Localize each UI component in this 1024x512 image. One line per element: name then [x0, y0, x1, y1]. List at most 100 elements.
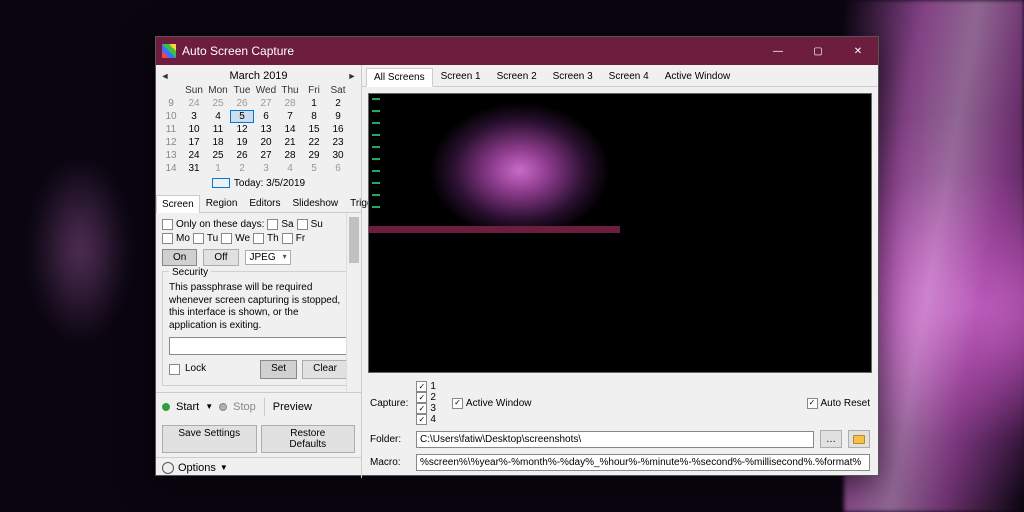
calendar-day[interactable]: 4 — [278, 162, 302, 175]
calendar-day[interactable]: 7 — [278, 110, 302, 123]
set-button[interactable]: Set — [260, 360, 297, 379]
day-sa-checkbox[interactable] — [267, 219, 278, 230]
calendar-day[interactable]: 25 — [206, 97, 230, 110]
calendar-day[interactable]: 2 — [326, 97, 350, 110]
calendar-day[interactable]: 3 — [254, 162, 278, 175]
calendar-day[interactable]: 20 — [254, 136, 278, 149]
screen-tab-0[interactable]: All Screens — [366, 68, 433, 87]
calendar-day[interactable]: 14 — [278, 123, 302, 136]
calendar-day[interactable]: 19 — [230, 136, 254, 149]
clear-button[interactable]: Clear — [302, 360, 348, 379]
calendar-day[interactable]: 10 — [182, 123, 206, 136]
restore-defaults-button[interactable]: Restore Defaults — [261, 425, 356, 453]
stop-button[interactable]: Stop — [233, 401, 256, 413]
preview-screen-2[interactable] — [621, 94, 872, 233]
calendar-day[interactable]: 28 — [278, 149, 302, 162]
calendar-day[interactable]: 17 — [182, 136, 206, 149]
start-button[interactable]: Start — [176, 401, 199, 413]
screen-tab-3[interactable]: Screen 3 — [545, 67, 601, 86]
calendar-day[interactable]: 25 — [206, 149, 230, 162]
day-we-checkbox[interactable] — [221, 233, 232, 244]
capture-2-checkbox[interactable] — [416, 392, 427, 403]
calendar-dow: Sat — [326, 84, 350, 97]
calendar-day[interactable]: 6 — [254, 110, 278, 123]
calendar-day[interactable]: 23 — [326, 136, 350, 149]
calendar-day[interactable]: 4 — [206, 110, 230, 123]
calendar-day[interactable]: 27 — [254, 149, 278, 162]
day-fr-checkbox[interactable] — [282, 233, 293, 244]
only-days-checkbox[interactable] — [162, 219, 173, 230]
screen-tab-4[interactable]: Screen 4 — [601, 67, 657, 86]
calendar-day[interactable]: 29 — [302, 149, 326, 162]
calendar-day[interactable]: 15 — [302, 123, 326, 136]
calendar-day[interactable]: 31 — [182, 162, 206, 175]
screen-tab-2[interactable]: Screen 2 — [489, 67, 545, 86]
capture-4-checkbox[interactable] — [416, 414, 427, 425]
calendar-day[interactable]: 2 — [230, 162, 254, 175]
calendar-day[interactable]: 8 — [302, 110, 326, 123]
calendar-day[interactable]: 24 — [182, 149, 206, 162]
day-mo-checkbox[interactable] — [162, 233, 173, 244]
browse-button[interactable]: … — [820, 430, 842, 448]
only-days-label: Only on these days: — [176, 219, 264, 230]
tab-slideshow[interactable]: Slideshow — [287, 194, 345, 212]
capture-row: Capture: 1234 Active Window Auto Reset — [362, 379, 878, 427]
titlebar[interactable]: Auto Screen Capture — ▢ ✕ — [156, 37, 878, 65]
calendar-day[interactable]: 5 — [230, 110, 254, 123]
calendar-day[interactable]: 28 — [278, 97, 302, 110]
calendar-day[interactable]: 6 — [326, 162, 350, 175]
preview-button[interactable]: Preview — [273, 401, 312, 413]
calendar-day[interactable]: 1 — [302, 97, 326, 110]
today-link[interactable]: Today: 3/5/2019 — [160, 175, 357, 192]
calendar-day[interactable]: 18 — [206, 136, 230, 149]
scrollbar[interactable] — [346, 213, 361, 392]
calendar-day[interactable]: 21 — [278, 136, 302, 149]
close-button[interactable]: ✕ — [838, 37, 878, 65]
calendar-day[interactable]: 26 — [230, 149, 254, 162]
auto-reset-checkbox[interactable] — [807, 398, 818, 409]
folder-input[interactable] — [416, 431, 814, 448]
calendar-day[interactable]: 26 — [230, 97, 254, 110]
calendar-day[interactable]: 12 — [230, 123, 254, 136]
minimize-button[interactable]: — — [758, 37, 798, 65]
capture-1-checkbox[interactable] — [416, 381, 427, 392]
preview-screen-3[interactable] — [369, 234, 620, 373]
format-select[interactable]: JPEG — [245, 250, 291, 265]
preview-screen-4[interactable] — [621, 234, 872, 373]
right-pane: All ScreensScreen 1Screen 2Screen 3Scree… — [362, 65, 878, 478]
on-button[interactable]: On — [162, 249, 197, 266]
day-su-checkbox[interactable] — [297, 219, 308, 230]
calendar-day[interactable]: 22 — [302, 136, 326, 149]
screen-tab-1[interactable]: Screen 1 — [433, 67, 489, 86]
calendar-day[interactable]: 9 — [326, 110, 350, 123]
calendar-day[interactable]: 13 — [254, 123, 278, 136]
dropdown-icon[interactable]: ▼ — [205, 402, 213, 411]
calendar-day[interactable]: 30 — [326, 149, 350, 162]
open-folder-button[interactable] — [848, 430, 870, 448]
prev-month-button[interactable]: ◄ — [160, 71, 170, 81]
calendar-day[interactable]: 3 — [182, 110, 206, 123]
lock-checkbox[interactable] — [169, 364, 180, 375]
day-th-checkbox[interactable] — [253, 233, 264, 244]
calendar-day[interactable]: 5 — [302, 162, 326, 175]
calendar-day[interactable]: 27 — [254, 97, 278, 110]
options-button[interactable]: Options ▼ — [156, 457, 361, 478]
macro-input[interactable] — [416, 454, 870, 471]
calendar-day[interactable]: 16 — [326, 123, 350, 136]
day-tu-checkbox[interactable] — [193, 233, 204, 244]
off-button[interactable]: Off — [203, 249, 238, 266]
capture-3-checkbox[interactable] — [416, 403, 427, 414]
maximize-button[interactable]: ▢ — [798, 37, 838, 65]
tab-region[interactable]: Region — [200, 194, 244, 212]
save-settings-button[interactable]: Save Settings — [162, 425, 257, 453]
capture-active-window-checkbox[interactable] — [452, 398, 463, 409]
passphrase-input[interactable] — [169, 337, 348, 355]
calendar-day[interactable]: 24 — [182, 97, 206, 110]
calendar-day[interactable]: 1 — [206, 162, 230, 175]
preview-screen-1[interactable] — [369, 94, 620, 233]
tab-editors[interactable]: Editors — [243, 194, 286, 212]
screen-tab-5[interactable]: Active Window — [657, 67, 739, 86]
calendar-day[interactable]: 11 — [206, 123, 230, 136]
tab-screen[interactable]: Screen — [156, 195, 200, 213]
next-month-button[interactable]: ► — [347, 71, 357, 81]
